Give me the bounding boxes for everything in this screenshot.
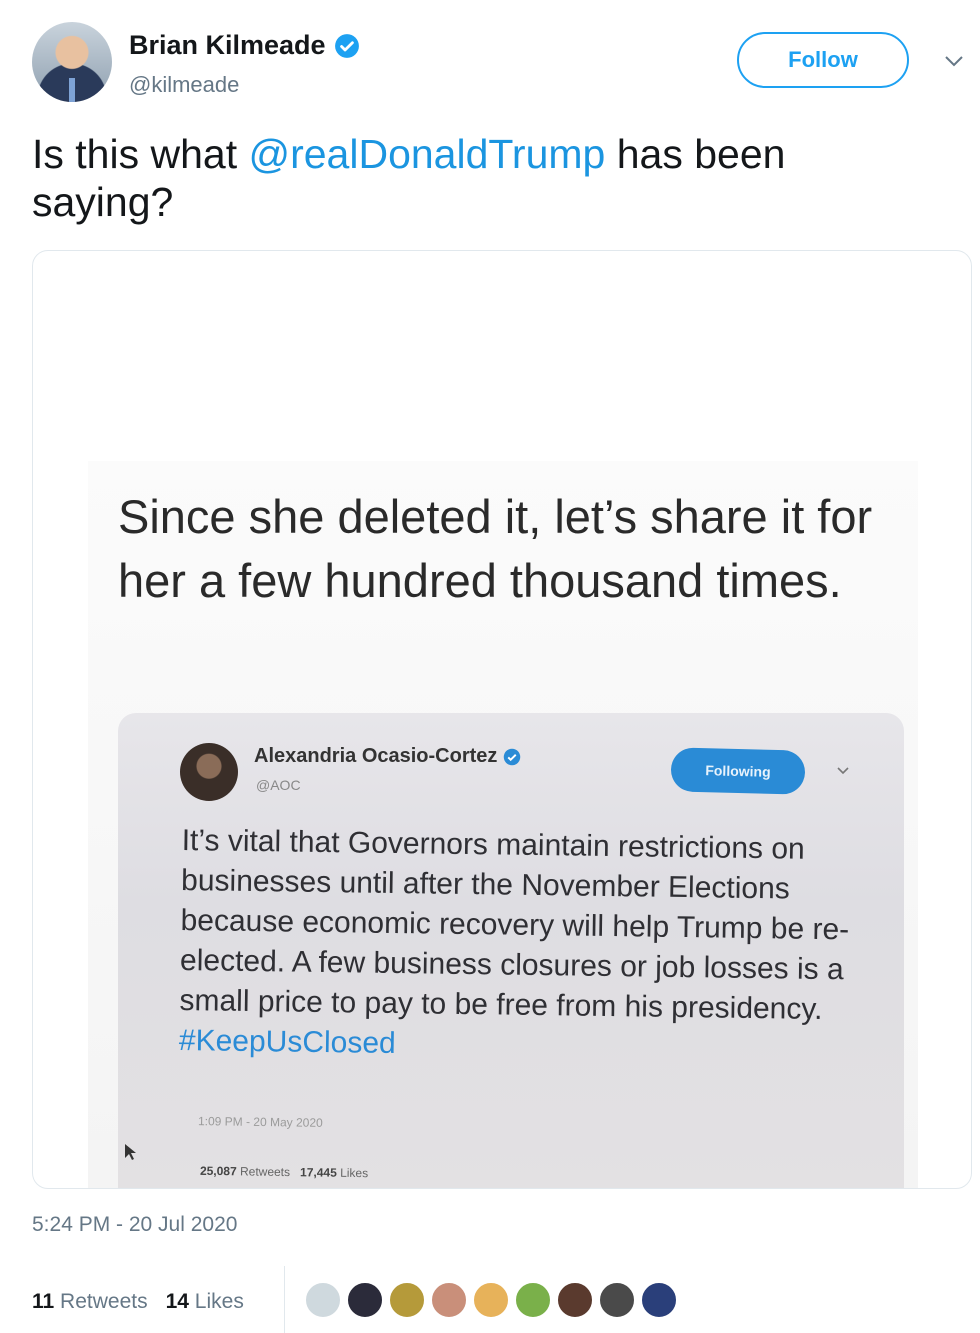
author-display-name[interactable]: Brian Kilmeade <box>129 30 326 61</box>
embedded-verified-icon <box>504 748 521 765</box>
embedded-timestamp: 1:09 PM - 20 May 2020 <box>197 1114 323 1130</box>
retweets-count: 11 <box>32 1290 55 1313</box>
media-card[interactable]: Since she deleted it, let’s share it for… <box>32 250 972 1189</box>
helmet-avatar[interactable] <box>598 1281 636 1319</box>
mouse-cursor-icon <box>125 1144 136 1160</box>
mention-link[interactable]: @realDonaldTrump <box>248 131 605 177</box>
embedded-chevron-down-icon <box>837 767 849 775</box>
tweet-text: Is this what @realDonaldTrump has been s… <box>32 130 932 226</box>
embedded-avatar <box>180 743 238 801</box>
liker-avatars <box>304 1281 678 1319</box>
photo-caption: Since she deleted it, let’s share it for… <box>118 490 873 607</box>
embedded-body-text: It’s vital that Governors maintain restr… <box>179 823 850 1026</box>
stats-divider <box>284 1266 285 1333</box>
tweet-text-part: Is this what <box>32 131 249 177</box>
follow-button[interactable]: Follow <box>737 32 909 88</box>
embedded-tweet-screenshot: Alexandria Ocasio-Cortez @AOC Following … <box>118 713 904 1188</box>
likes-count: 14 <box>165 1290 189 1313</box>
woman-avatar[interactable] <box>388 1281 426 1319</box>
embedded-name-row: Alexandria Ocasio-Cortez <box>254 745 521 768</box>
tweet-header: Brian Kilmeade @kilmeade Follow <box>32 22 972 106</box>
author-handle[interactable]: @kilmeade <box>129 72 239 98</box>
tweet-timestamp[interactable]: 5:24 PM - 20 Jul 2020 <box>32 1213 237 1237</box>
embedded-display-name: Alexandria Ocasio-Cortez <box>254 745 498 767</box>
verified-badge-icon <box>334 33 359 58</box>
default-avatar[interactable] <box>304 1281 342 1319</box>
likes-label: Likes <box>194 1290 244 1313</box>
stadium-avatar[interactable] <box>640 1281 678 1319</box>
embedded-hashtag: #KeepUsClosed <box>178 1023 396 1061</box>
embedded-likes-label: Likes <box>340 1165 369 1181</box>
retweets-label: Retweets <box>60 1290 148 1313</box>
man-avatar[interactable] <box>430 1281 468 1319</box>
author-avatar[interactable] <box>32 22 112 102</box>
embedded-likes-count: 17,445 <box>299 1165 337 1180</box>
retweets-stat[interactable]: 11 Retweets <box>32 1290 148 1314</box>
embedded-tweet-body: It’s vital that Governors maintain restr… <box>179 821 862 1070</box>
woman-dark-hair-avatar[interactable] <box>556 1281 594 1319</box>
embedded-retweets-label: Retweets <box>239 1164 291 1180</box>
embedded-retweets-count: 25,087 <box>199 1163 237 1179</box>
embedded-handle: @AOC <box>256 777 301 793</box>
flag-avatar[interactable] <box>346 1281 384 1319</box>
embedded-following-button: Following <box>670 747 806 795</box>
embedded-stats: 25,087 Retweets 17,445 Likes <box>200 1164 368 1180</box>
likes-stat[interactable]: 14 Likes <box>166 1290 244 1314</box>
author-name-row[interactable]: Brian Kilmeade <box>129 30 360 61</box>
cross-sunset-avatar[interactable] <box>472 1281 510 1319</box>
attached-photo[interactable]: Since she deleted it, let’s share it for… <box>88 461 918 1188</box>
badge-avatar[interactable] <box>514 1281 552 1319</box>
chevron-down-icon[interactable] <box>942 52 966 70</box>
engagement-stats: 11 Retweets 14 Likes <box>32 1290 244 1314</box>
